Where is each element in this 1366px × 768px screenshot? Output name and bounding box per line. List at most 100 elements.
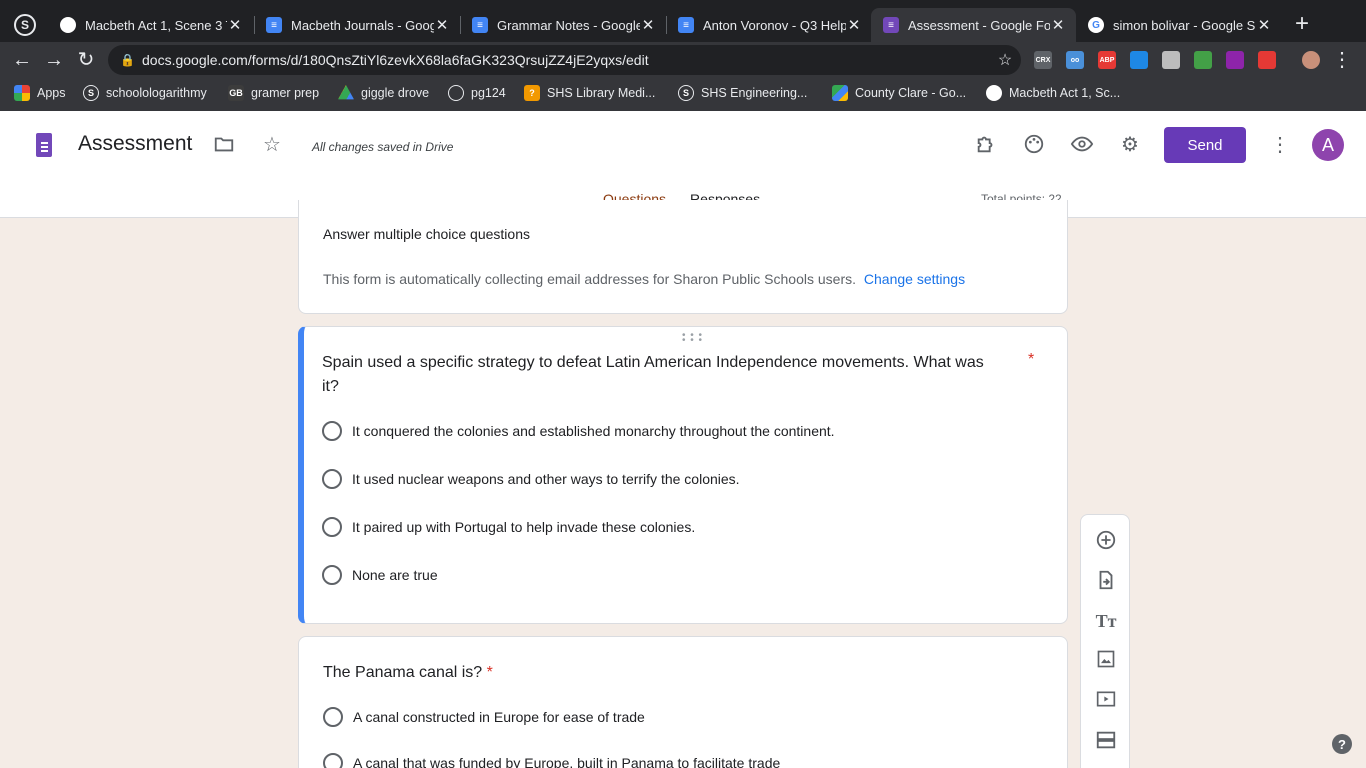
form-title[interactable]: Assessment (78, 132, 192, 156)
tab-title: Anton Voronov - Q3 Help (703, 17, 846, 33)
import-questions-icon[interactable] (1094, 569, 1118, 593)
extension-blue-icon[interactable] (1130, 51, 1148, 69)
radio-option[interactable]: None are true (322, 565, 438, 585)
browser-tab-macbeth-journals[interactable]: ≡ Macbeth Journals - Goog ✕ (254, 8, 460, 42)
browser-tab-simon-bolivar[interactable]: G simon bolivar - Google S ✕ (1076, 8, 1282, 42)
gb-icon: GB (228, 85, 244, 101)
radio-option[interactable]: It conquered the colonies and establishe… (322, 421, 835, 441)
option-label: It used nuclear weapons and other ways t… (352, 471, 740, 487)
radio-option[interactable]: It used nuclear weapons and other ways t… (322, 469, 740, 489)
radio-button-icon[interactable] (323, 707, 343, 727)
star-icon[interactable]: ☆ (260, 133, 284, 157)
option-label: It conquered the colonies and establishe… (352, 423, 835, 439)
bookmark-shs-engineering[interactable]: S SHS Engineering... (678, 85, 807, 101)
settings-gear-icon[interactable]: ⚙ (1118, 133, 1142, 157)
browser-tab-assessment[interactable]: ≡ Assessment - Google Fo ✕ (871, 8, 1076, 42)
globe-icon (448, 85, 464, 101)
add-image-icon[interactable] (1094, 649, 1118, 673)
bookmark-label: pg124 (471, 86, 506, 100)
question-card[interactable]: The Panama canal is? * A canal construct… (298, 636, 1068, 768)
drag-handle-icon[interactable]: • • • • • • (682, 331, 703, 346)
question-toolbar: Tт (1080, 514, 1130, 768)
bookmark-star-icon[interactable]: ☆ (989, 50, 1021, 70)
send-button[interactable]: Send (1164, 127, 1246, 163)
extension-crx-icon[interactable]: CRX (1034, 51, 1052, 69)
lock-icon: 🔒 (120, 53, 135, 67)
schoology-icon: S (678, 85, 694, 101)
close-icon[interactable]: ✕ (640, 16, 656, 34)
bookmark-shs-library[interactable]: ? SHS Library Medi... (524, 85, 655, 101)
account-avatar[interactable]: A (1312, 129, 1344, 161)
bookmark-label: Macbeth Act 1, Sc... (1009, 86, 1121, 100)
reload-icon[interactable]: ↻ (74, 48, 98, 72)
extension-green-icon[interactable] (1194, 51, 1212, 69)
radio-button-icon[interactable] (322, 469, 342, 489)
browser-tab-grammar-notes[interactable]: ≡ Grammar Notes - Google ✕ (460, 8, 666, 42)
save-status: All changes saved in Drive (312, 140, 454, 154)
browser-tab-macbeth-act1[interactable]: Macbeth Act 1, Scene 3 T ✕ (48, 8, 253, 42)
address-bar[interactable]: 🔒 docs.google.com/forms/d/180QnsZtiYl6ze… (108, 45, 1021, 75)
close-icon[interactable]: ✕ (227, 16, 243, 34)
schoology-icon: S (83, 85, 99, 101)
extension-briefcase-icon[interactable] (1162, 51, 1180, 69)
preview-eye-icon[interactable] (1070, 133, 1094, 157)
add-ons-puzzle-icon[interactable] (974, 133, 998, 157)
add-title-icon[interactable]: Tт (1094, 609, 1118, 633)
close-icon[interactable]: ✕ (434, 16, 450, 34)
bookmark-giggle-drove[interactable]: giggle drove (338, 85, 429, 101)
question-text[interactable]: The Panama canal is? * (323, 661, 1005, 685)
radio-option[interactable]: It paired up with Portugal to help invad… (322, 517, 695, 537)
more-options-icon[interactable]: ⋮ (1268, 133, 1292, 157)
browser-tab-strip: S Macbeth Act 1, Scene 3 T ✕ ≡ Macbeth J… (0, 0, 1366, 42)
bookmark-apps[interactable]: Apps (14, 85, 66, 101)
new-tab-icon[interactable]: + (1290, 12, 1314, 36)
add-question-icon[interactable] (1094, 529, 1118, 553)
bookmark-label: gramer prep (251, 86, 320, 100)
bookmark-macbeth[interactable]: Macbeth Act 1, Sc... (986, 85, 1120, 101)
close-icon[interactable]: ✕ (846, 16, 862, 34)
radio-button-icon[interactable] (322, 421, 342, 441)
site-icon (60, 17, 76, 33)
change-settings-link[interactable]: Change settings (864, 271, 965, 287)
radio-button-icon[interactable] (322, 517, 342, 537)
close-icon[interactable]: ✕ (1256, 16, 1272, 34)
bookmark-schoolologarithmy[interactable]: S schoolologarithmy (83, 85, 207, 101)
tab-title: Grammar Notes - Google (497, 17, 640, 33)
palette-icon[interactable] (1022, 133, 1046, 157)
docs-icon: ≡ (678, 17, 694, 33)
back-icon[interactable]: ← (10, 48, 34, 72)
google-forms-logo-icon[interactable] (36, 133, 52, 157)
folder-icon[interactable] (212, 133, 236, 157)
bookmark-gramer-prep[interactable]: GB gramer prep (228, 85, 319, 101)
forward-icon[interactable]: → (42, 48, 66, 72)
extension-color-icon[interactable] (1226, 51, 1244, 69)
bookmarks-bar: Apps S schoolologarithmy GB gramer prep … (0, 78, 1366, 111)
help-icon[interactable]: ? (1332, 734, 1352, 754)
question-card[interactable]: • • • • • • Spain used a specific strateg… (298, 326, 1068, 624)
question-text[interactable]: Spain used a specific strategy to defeat… (322, 351, 1004, 399)
extension-owl-icon[interactable]: oo (1066, 51, 1084, 69)
radio-button-icon[interactable] (322, 565, 342, 585)
chrome-menu-icon[interactable]: ⋮ (1330, 48, 1354, 72)
bookmark-label: County Clare - Go... (855, 86, 967, 100)
extension-red-icon[interactable] (1258, 51, 1276, 69)
radio-option[interactable]: A canal that was funded by Europe, built… (323, 753, 780, 768)
browser-tab-anton-voronov[interactable]: ≡ Anton Voronov - Q3 Help ✕ (666, 8, 872, 42)
library-icon: ? (524, 85, 540, 101)
bookmark-county-clare[interactable]: County Clare - Go... (832, 85, 966, 101)
extension-abp-icon[interactable]: ABP (1098, 51, 1116, 69)
add-video-icon[interactable] (1094, 689, 1118, 713)
url-text[interactable]: docs.google.com/forms/d/180QnsZtiYl6zevk… (142, 52, 989, 68)
close-icon[interactable]: ✕ (1050, 16, 1066, 34)
form-description[interactable]: Answer multiple choice questions (323, 226, 530, 242)
bookmark-label: SHS Library Medi... (547, 86, 656, 100)
bookmark-pg124[interactable]: pg124 (448, 85, 506, 101)
radio-option[interactable]: A canal constructed in Europe for ease o… (323, 707, 645, 727)
required-asterisk: * (1028, 351, 1035, 368)
add-section-icon[interactable] (1094, 729, 1118, 753)
radio-button-icon[interactable] (323, 753, 343, 768)
profile-avatar-icon[interactable] (1302, 51, 1320, 69)
profile-s-icon[interactable]: S (14, 14, 36, 36)
docs-icon: ≡ (472, 17, 488, 33)
option-label: None are true (352, 567, 438, 583)
